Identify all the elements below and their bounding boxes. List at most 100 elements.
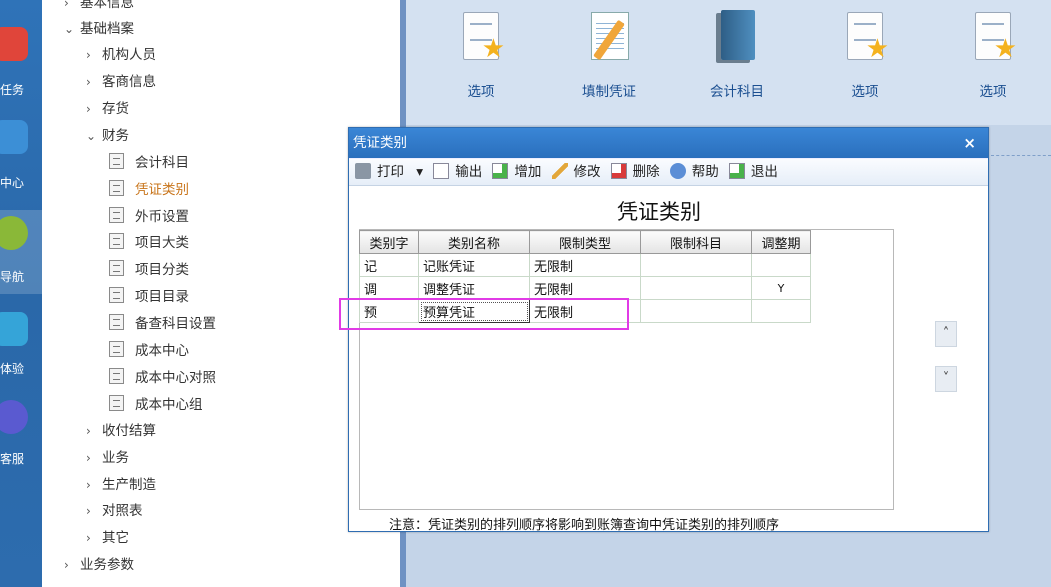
tree-item-org-staff[interactable]: › 机构人员 [86,44,156,66]
document-icon [109,260,124,276]
edit-button[interactable]: 修改 [551,159,601,185]
tree-item-manufacturing[interactable]: › 生产制造 [86,474,156,496]
tree-item-currency[interactable]: 外币设置 [109,206,189,228]
grid-cell[interactable] [751,299,811,323]
book-icon [711,8,763,66]
column-header[interactable]: 类别字 [359,230,419,254]
chevron-down-icon: ⌄ [86,129,97,143]
document-icon [109,287,124,303]
exit-button[interactable]: 退出 [728,159,778,185]
shortcut-options-3[interactable]: ★ 选项 [948,8,1038,100]
table-row[interactable]: 调 调整凭证 无限制 Y [359,276,811,300]
grid-cell[interactable] [640,299,752,323]
order-note: 注意：凭证类别的排列顺序将影响到账簿查询中凭证类别的排列顺序 [389,518,780,533]
tree-item-business[interactable]: › 业务 [86,447,129,469]
tree-item-customer-vendor[interactable]: › 客商信息 [86,71,156,93]
rail-item-center[interactable]: 中心 [0,118,42,190]
grid-header-row: 类别字 类别名称 限制类型 限制科目 调整期 [359,230,811,254]
chevron-right-icon: › [86,531,91,545]
grid-cell[interactable]: 无限制 [529,276,641,300]
tree-item-cost-center[interactable]: 成本中心 [109,340,189,362]
center-icon [0,120,28,154]
table-row[interactable]: 记 记账凭证 无限制 [359,253,811,277]
tree-item-project-catalog[interactable]: 项目目录 [109,286,189,308]
column-header[interactable]: 限制类型 [529,230,641,254]
grid-cell[interactable] [751,253,811,277]
highlight-annotation [339,298,629,330]
pencil-icon [551,163,568,179]
chevron-right-icon: › [86,75,91,89]
move-down-button[interactable]: ˅ [935,366,957,392]
close-icon[interactable]: × [963,128,976,158]
grid-cell[interactable]: 无限制 [529,253,641,277]
document-icon [109,180,124,196]
shortcut-fill-voucher[interactable]: 填制凭证 [564,8,654,100]
dialog-title: 凭证类别 [353,135,407,151]
rail-item-task[interactable]: 任务 [0,25,42,97]
column-header[interactable]: 类别名称 [418,230,530,254]
shortcut-accounts[interactable]: 会计科目 [692,8,782,100]
print-button[interactable]: 打印 ▾ [355,159,423,185]
column-header[interactable]: 调整期 [751,230,811,254]
grid-cell[interactable]: 调整凭证 [418,276,530,300]
document-icon [109,314,124,330]
rail-item-navigation[interactable]: 导航 [0,210,42,294]
divider [991,155,1051,156]
shortcut-options-2[interactable]: ★ 选项 [820,8,910,100]
tree-item-memo-accounts[interactable]: 备查科目设置 [109,313,216,335]
document-icon [109,207,124,223]
navigation-tree: › 基本信息 ⌄ 基础档案 › 机构人员 › 客商信息 › 存货 ⌄ 财务 会计科目 凭证类… [42,0,400,587]
document-icon [109,368,124,384]
doc-star-icon: ★ [455,8,507,66]
shortcut-options-1[interactable]: ★ 选项 [436,8,526,100]
tree-item-accounts[interactable]: 会计科目 [109,152,189,174]
tree-item-basic-info[interactable]: › 基本信息 [64,0,134,14]
tree-item-cost-center-group[interactable]: 成本中心组 [109,394,203,416]
chevron-right-icon: › [86,478,91,492]
tree-item-cost-center-map[interactable]: 成本中心对照 [109,367,216,389]
document-icon [109,395,124,411]
dropdown-arrow-icon[interactable]: ▾ [416,164,423,180]
grid-cell[interactable]: 记 [359,253,419,277]
tree-item-project-category[interactable]: 项目大类 [109,232,189,254]
add-button[interactable]: 增加 [492,159,541,185]
grid-cell[interactable]: 调 [359,276,419,300]
document-icon [109,153,124,169]
navigation-icon [0,216,28,250]
exit-icon [728,163,745,179]
grid-cell[interactable] [640,253,752,277]
help-button[interactable]: 帮助 [669,159,719,185]
tree-item-project-class[interactable]: 项目分类 [109,259,189,281]
grid-cell[interactable]: Y [751,276,811,300]
rail-item-service[interactable]: 客服 [0,400,42,470]
tree-item-basic-archive[interactable]: ⌄ 基础档案 [64,18,134,40]
move-up-button[interactable]: ˄ [935,321,957,347]
document-icon [109,341,124,357]
grid-cell[interactable] [640,276,752,300]
tree-item-voucher-types[interactable]: 凭证类别 [109,179,189,201]
chevron-right-icon: › [86,48,91,62]
document-icon [109,233,124,249]
cube-icon [0,312,28,346]
chevron-right-icon: › [86,504,91,518]
rail-item-experience[interactable]: 体验 [0,310,42,380]
chevron-right-icon: › [86,451,91,465]
tree-item-other[interactable]: › 其它 [86,527,129,549]
dialog-title-bar[interactable]: 凭证类别 × [349,128,988,158]
tree-item-mapping-table[interactable]: › 对照表 [86,500,143,522]
add-icon [492,163,509,179]
tree-item-settlement[interactable]: › 收付结算 [86,420,156,442]
tree-item-business-params[interactable]: › 业务参数 [64,554,134,576]
column-header[interactable]: 限制科目 [640,230,752,254]
export-button[interactable]: 输出 [433,159,482,185]
tree-item-finance[interactable]: ⌄ 财务 [86,125,129,147]
delete-button[interactable]: 删除 [610,159,660,185]
tree-item-inventory[interactable]: › 存货 [86,98,129,120]
doc-star-icon: ★ [839,8,891,66]
chevron-right-icon: › [86,424,91,438]
chevron-right-icon: › [86,102,91,116]
voucher-type-dialog: 凭证类别 × 打印 ▾ 输出 增加 修改 删除 帮助 退出 凭证类别 类别字 类… [339,127,989,533]
grid-cell[interactable]: 记账凭证 [418,253,530,277]
dialog-heading: 凭证类别 [617,200,701,224]
printer-icon [355,163,371,179]
